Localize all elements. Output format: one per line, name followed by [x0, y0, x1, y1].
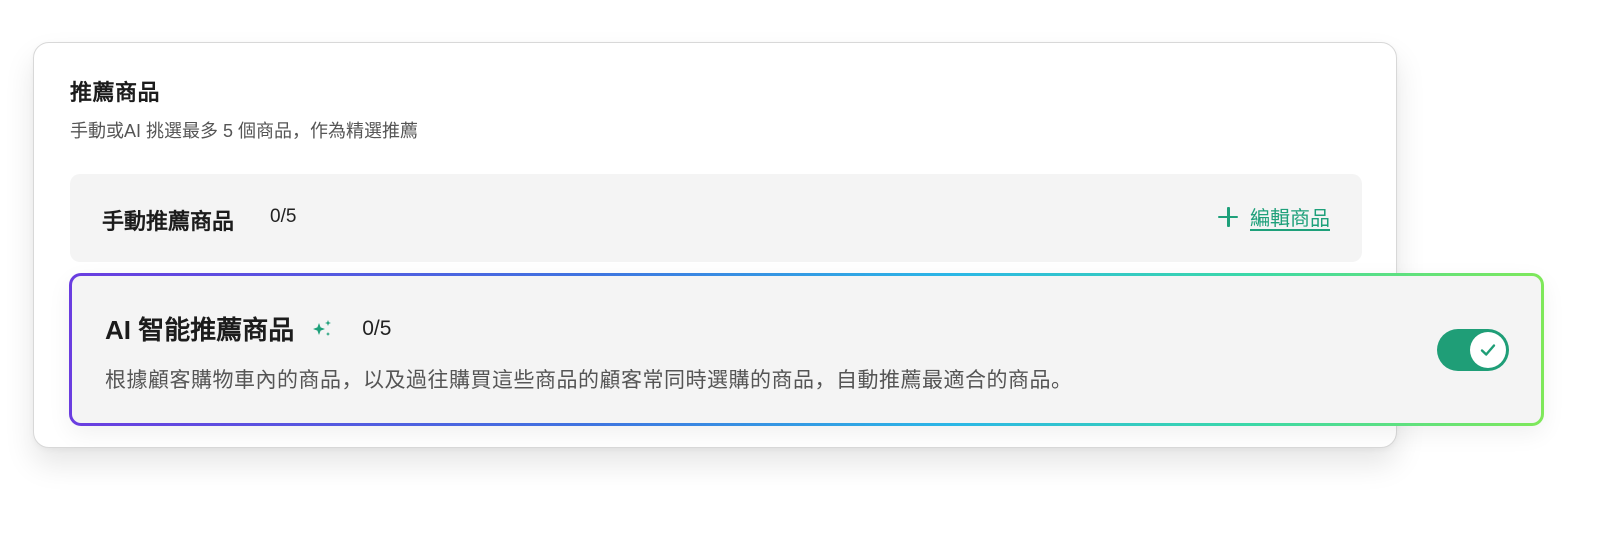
plus-icon [1218, 206, 1238, 227]
sparkle-icon [313, 319, 332, 336]
ai-recommendation-count: 0/5 [362, 316, 392, 340]
ai-recommendation-description: 根據顧客購物車內的商品，以及過往購買這些商品的顧客常同時選購的商品，自動推薦最適… [105, 369, 1073, 392]
ai-title-line: AI 智能推薦商品 0/5 [105, 310, 391, 347]
edit-products-button[interactable]: 編輯商品 [1218, 202, 1330, 231]
section-title: 推薦商品 [70, 80, 161, 105]
ai-recommendation-row: AI 智能推薦商品 0/5 根據顧客購物車內的商品，以及過往購買這些商品的顧客常… [69, 273, 1544, 426]
manual-recommendation-row: 手動推薦商品 0/5 編輯商品 [70, 174, 1362, 262]
manual-recommendation-title: 手動推薦商品 [102, 209, 235, 234]
edit-products-label: 編輯商品 [1250, 208, 1330, 230]
toggle-knob [1470, 332, 1506, 368]
section-subtitle: 手動或AI 挑選最多 5 個商品，作為精選推薦 [70, 121, 419, 141]
check-icon [1480, 344, 1496, 356]
ai-recommendation-title: AI 智能推薦商品 [105, 315, 295, 345]
manual-recommendation-count: 0/5 [270, 206, 297, 227]
ai-recommendation-toggle[interactable] [1437, 329, 1509, 371]
